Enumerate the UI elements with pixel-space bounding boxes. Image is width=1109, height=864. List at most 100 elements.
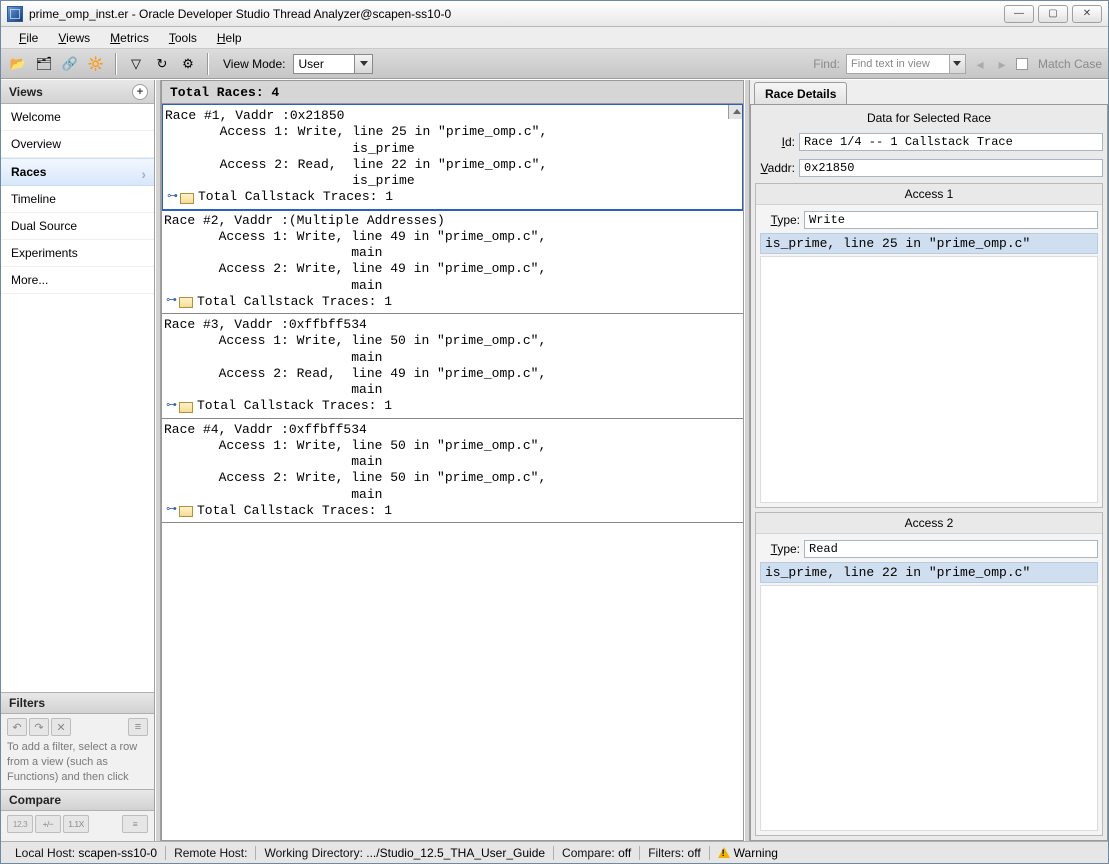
- menu-icon[interactable]: ≡: [122, 815, 148, 833]
- viewmode-select[interactable]: User: [293, 54, 373, 74]
- races-list[interactable]: Race #1, Vaddr :0x21850 Access 1: Write,…: [161, 104, 744, 841]
- access1-stack-area: [760, 256, 1098, 503]
- race-text: Access 1: Write, line 25 in "prime_omp.c…: [165, 124, 740, 140]
- callstack-traces-row[interactable]: ⊶Total Callstack Traces: 1: [164, 503, 741, 519]
- compare-label: Compare:: [562, 846, 615, 860]
- warning-label[interactable]: Warning: [734, 846, 778, 860]
- compare-mode-b[interactable]: +/−: [35, 815, 61, 833]
- sidebar-item-dual-source[interactable]: Dual Source: [1, 213, 154, 240]
- race-text: main: [164, 350, 741, 366]
- race-text: Race #4, Vaddr :0xffbff534: [164, 422, 741, 438]
- access2-stack[interactable]: is_prime, line 22 in "prime_omp.c": [760, 562, 1098, 583]
- menu-bar: File Views Metrics Tools Help: [1, 27, 1108, 49]
- vaddr-label: Vaddr:: [755, 161, 795, 175]
- views-header: Views +: [1, 80, 154, 104]
- views-list: Welcome Overview Races› Timeline Dual So…: [1, 104, 154, 692]
- local-host-value: scapen-ss10-0: [78, 846, 157, 860]
- menu-help[interactable]: Help: [209, 29, 250, 47]
- race-text: is_prime: [165, 173, 740, 189]
- filters-label: Filters:: [648, 846, 684, 860]
- status-bar: Local Host: scapen-ss10-0 Remote Host: W…: [1, 841, 1108, 863]
- race-item[interactable]: Race #1, Vaddr :0x21850 Access 1: Write,…: [161, 104, 744, 211]
- sidebar: Views + Welcome Overview Races› Timeline…: [1, 80, 155, 841]
- chevron-down-icon: [354, 55, 372, 73]
- sidebar-item-timeline[interactable]: Timeline: [1, 186, 154, 213]
- sidebar-item-label: Timeline: [11, 192, 56, 206]
- callstack-traces-row[interactable]: ⊶Total Callstack Traces: 1: [164, 398, 741, 414]
- access1-stack[interactable]: is_prime, line 25 in "prime_omp.c": [760, 233, 1098, 254]
- races-header: Total Races: 4: [161, 80, 744, 104]
- callstack-traces-label: Total Callstack Traces: 1: [198, 189, 393, 205]
- race-item[interactable]: Race #3, Vaddr :0xffbff534 Access 1: Wri…: [162, 314, 743, 419]
- sidebar-item-more[interactable]: More...: [1, 267, 154, 294]
- race-text: Access 1: Write, line 50 in "prime_omp.c…: [164, 333, 741, 349]
- race-text: Access 2: Read, line 22 in "prime_omp.c"…: [165, 157, 740, 173]
- link-icon[interactable]: 🔗: [59, 53, 81, 75]
- maximize-button[interactable]: ▢: [1038, 5, 1068, 23]
- race-text: Access 2: Write, line 49 in "prime_omp.c…: [164, 261, 741, 277]
- chevron-right-icon: ›: [141, 166, 146, 182]
- chevron-down-icon: [949, 55, 965, 73]
- compare-icon[interactable]: 🗂: [33, 53, 55, 75]
- filter-icon[interactable]: ▽: [125, 53, 147, 75]
- vaddr-field[interactable]: [799, 159, 1103, 177]
- menu-metrics[interactable]: Metrics: [102, 29, 157, 47]
- race-text: Race #3, Vaddr :0xffbff534: [164, 317, 741, 333]
- race-text: main: [164, 382, 741, 398]
- race-item[interactable]: Race #2, Vaddr :(Multiple Addresses) Acc…: [162, 210, 743, 315]
- delete-icon[interactable]: ✕: [51, 718, 71, 736]
- callstack-traces-row[interactable]: ⊶Total Callstack Traces: 1: [164, 294, 741, 310]
- title-bar: prime_omp_inst.er - Oracle Developer Stu…: [1, 1, 1108, 27]
- close-button[interactable]: ✕: [1072, 5, 1102, 23]
- folder-icon: [179, 297, 193, 308]
- add-view-button[interactable]: +: [132, 84, 148, 100]
- settings-icon[interactable]: ⚙: [177, 53, 199, 75]
- menu-tools[interactable]: Tools: [161, 29, 205, 47]
- find-next-icon[interactable]: ▸: [994, 56, 1010, 72]
- folder-icon: [179, 506, 193, 517]
- toolbar: 📂 🗂 🔗 🔆 ▽ ↻ ⚙ View Mode: User Find: Find…: [1, 49, 1108, 79]
- race-text: main: [164, 487, 741, 503]
- menu-views[interactable]: Views: [50, 29, 98, 47]
- access1-type-field[interactable]: [804, 211, 1098, 229]
- find-prev-icon[interactable]: ◂: [972, 56, 988, 72]
- refresh-icon[interactable]: ↻: [151, 53, 173, 75]
- access2-type-label: Type:: [760, 542, 800, 556]
- sidebar-item-experiments[interactable]: Experiments: [1, 240, 154, 267]
- compare-panel: 12.3 +/− 1.1X ≡: [1, 811, 154, 841]
- sidebar-item-welcome[interactable]: Welcome: [1, 104, 154, 131]
- sidebar-item-label: Dual Source: [11, 219, 77, 233]
- minimize-button[interactable]: —: [1004, 5, 1034, 23]
- export-icon[interactable]: 🔆: [85, 53, 107, 75]
- sidebar-item-overview[interactable]: Overview: [1, 131, 154, 158]
- race-text: main: [164, 245, 741, 261]
- sidebar-item-races[interactable]: Races›: [1, 158, 154, 186]
- access2-stack-area: [760, 585, 1098, 832]
- race-item[interactable]: Race #4, Vaddr :0xffbff534 Access 1: Wri…: [162, 419, 743, 524]
- tab-race-details[interactable]: Race Details: [754, 82, 847, 104]
- expand-icon[interactable]: ⊶: [166, 295, 177, 309]
- race-text: Race #2, Vaddr :(Multiple Addresses): [164, 213, 741, 229]
- folder-icon: [180, 193, 194, 204]
- id-field[interactable]: [799, 133, 1103, 151]
- race-text: Access 2: Write, line 50 in "prime_omp.c…: [164, 470, 741, 486]
- find-input[interactable]: Find text in view: [846, 54, 966, 74]
- redo-icon[interactable]: ↷: [29, 718, 49, 736]
- access2-type-field[interactable]: [804, 540, 1098, 558]
- compare-mode-c[interactable]: 1.1X: [63, 815, 89, 833]
- menu-icon[interactable]: ≡: [128, 718, 148, 736]
- expand-icon[interactable]: ⊶: [166, 504, 177, 518]
- filters-header: Filters: [1, 692, 154, 714]
- undo-icon[interactable]: ↶: [7, 718, 27, 736]
- access1-panel: Access 1 Type: is_prime, line 25 in "pri…: [755, 183, 1103, 508]
- views-header-label: Views: [9, 85, 43, 99]
- expand-icon[interactable]: ⊶: [166, 400, 177, 414]
- compare-mode-a[interactable]: 12.3: [7, 815, 33, 833]
- toolbar-separator: [207, 53, 209, 75]
- expand-icon[interactable]: ⊶: [167, 191, 178, 205]
- open-experiment-icon[interactable]: 📂: [7, 53, 29, 75]
- race-text: Access 2: Read, line 49 in "prime_omp.c"…: [164, 366, 741, 382]
- callstack-traces-row[interactable]: ⊶ Total Callstack Traces: 1: [165, 189, 740, 205]
- menu-file[interactable]: File: [11, 29, 46, 47]
- match-case-checkbox[interactable]: [1016, 57, 1032, 71]
